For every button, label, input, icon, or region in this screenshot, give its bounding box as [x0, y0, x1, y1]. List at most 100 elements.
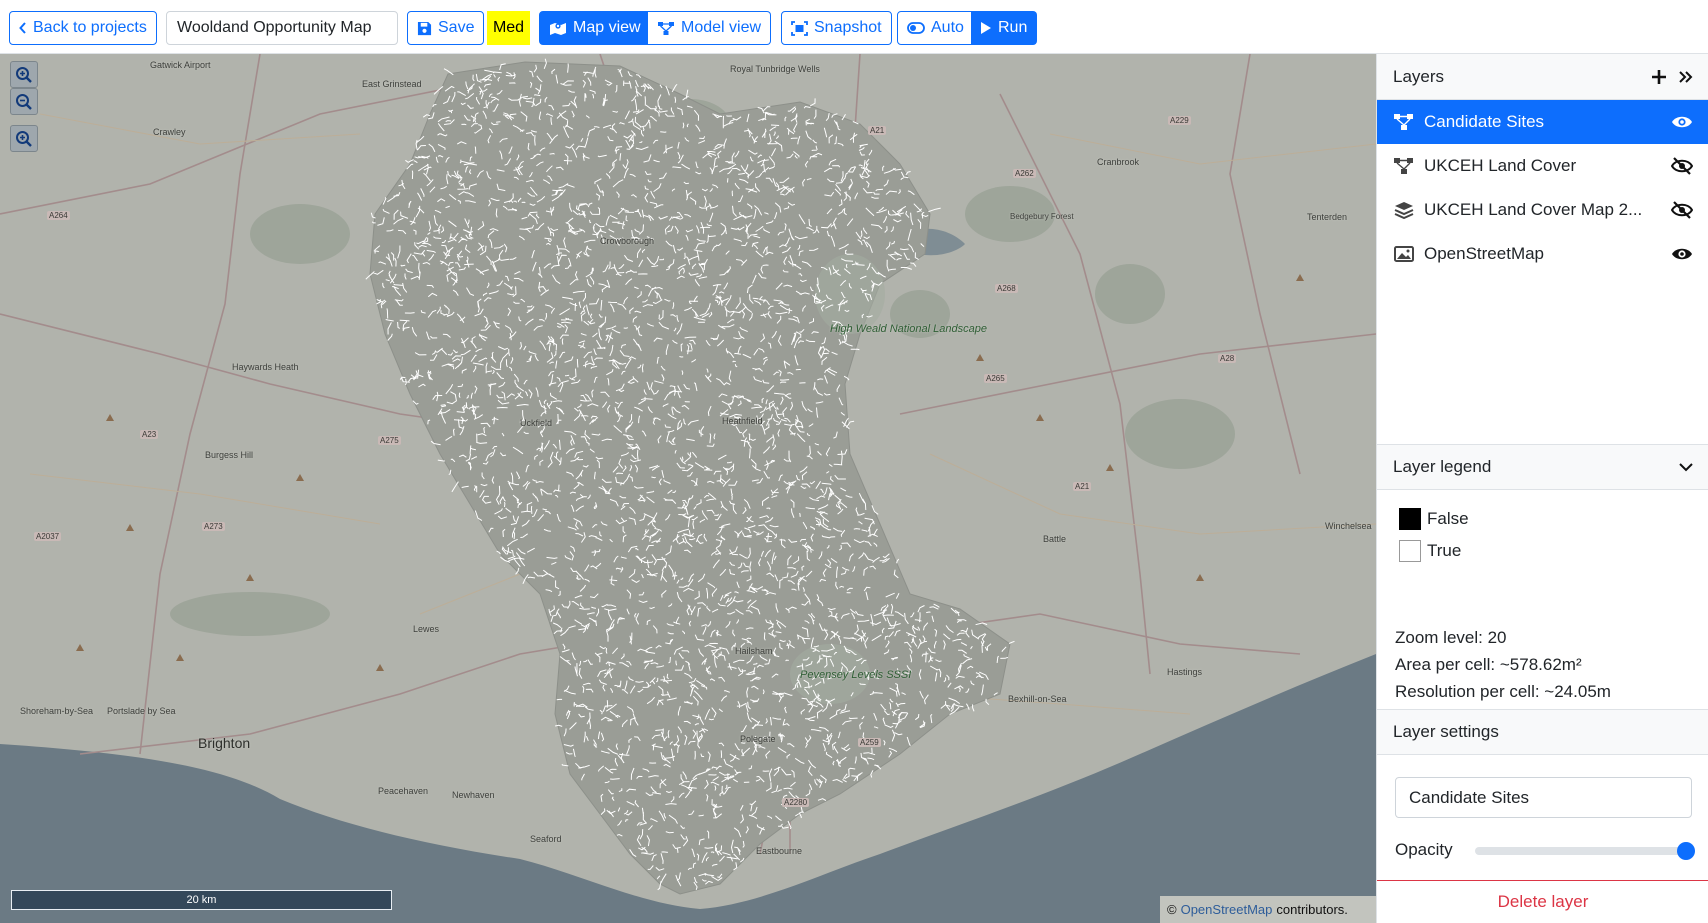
place-label-cranbrook: Cranbrook — [1097, 157, 1140, 167]
layer-item-ukceh-land-cover[interactable]: UKCEH Land Cover — [1377, 144, 1708, 188]
attribution-prefix: © — [1167, 902, 1177, 917]
model-view-button[interactable]: Model view — [648, 11, 772, 45]
openstreetmap-link[interactable]: OpenStreetMap — [1181, 902, 1273, 917]
place-label-tunbridge-wells: Royal Tunbridge Wells — [730, 64, 820, 74]
resolution-per-cell-text: Resolution per cell: ~24.05m — [1395, 682, 1611, 701]
run-button[interactable]: Run — [971, 11, 1038, 45]
place-label-polegate: Polegate — [740, 734, 776, 744]
road-label-a273: A273 — [202, 522, 225, 531]
candidate-sites-raster — [365, 58, 1015, 891]
opacity-slider[interactable] — [1475, 842, 1695, 860]
snapshot-icon — [791, 20, 808, 36]
road-label-a265: A265 — [984, 374, 1007, 383]
zoom-to-extent-button[interactable] — [10, 125, 38, 152]
legend-header[interactable]: Layer legend — [1377, 444, 1708, 490]
play-icon — [981, 22, 991, 34]
legend-label: True — [1427, 541, 1462, 560]
snapshot-button[interactable]: Snapshot — [781, 11, 892, 45]
area-per-cell-text: Area per cell: ~578.62m² — [1395, 655, 1582, 674]
road-label-a264: A264 — [47, 211, 70, 220]
zoom-in-icon — [16, 66, 32, 83]
road-label-a262: A262 — [1013, 169, 1036, 178]
layer-item-candidate-sites[interactable]: Candidate Sites — [1377, 100, 1708, 144]
eye-icon[interactable] — [1671, 114, 1693, 130]
collapse-panel-icon[interactable] — [1679, 70, 1693, 84]
place-label-eastbourne: Eastbourne — [756, 846, 803, 856]
settings-header: Layer settings — [1377, 709, 1708, 755]
place-label-gatwick: Gatwick Airport — [150, 60, 211, 70]
place-label-haywards-heath: Haywards Heath — [232, 362, 299, 372]
place-label-shoreham: Shoreham-by-Sea — [20, 706, 94, 716]
map-view-label: Map view — [573, 19, 641, 36]
auto-label: Auto — [931, 19, 964, 36]
legend-swatch — [1399, 540, 1421, 562]
place-label-portslade: Portslade by Sea — [107, 706, 176, 716]
place-label-heathfield: Heathfield — [722, 416, 763, 426]
floppy-disk-icon — [417, 21, 432, 35]
add-layer-icon[interactable] — [1651, 69, 1667, 85]
top-toolbar: Back to projects Save Med Map view Model… — [0, 0, 1708, 54]
road-label-a268: A268 — [995, 284, 1018, 293]
layer-item-ukceh-land-cover-map[interactable]: UKCEH Land Cover Map 2... — [1377, 188, 1708, 232]
place-label-pevensey: Pevensey Levels SSSI — [800, 669, 912, 681]
legend-item-false: False — [1399, 508, 1469, 530]
place-label-hastings: Hastings — [1167, 667, 1203, 677]
layer-label: UKCEH Land Cover Map 2... — [1424, 200, 1643, 219]
place-label-battle: Battle — [1043, 534, 1067, 544]
place-label-seaford: Seaford — [530, 834, 562, 844]
layers-title: Layers — [1393, 66, 1445, 86]
auto-toggle-button[interactable]: Auto — [897, 11, 974, 45]
image-icon — [1394, 246, 1414, 262]
run-label: Run — [998, 19, 1028, 36]
road-label-a229: A229 — [1168, 116, 1191, 125]
delete-layer-button[interactable]: Delete layer — [1377, 880, 1708, 923]
layers-icon — [1394, 202, 1414, 219]
layers-header: Layers — [1377, 54, 1708, 100]
zoom-in-button[interactable] — [10, 61, 38, 88]
save-label: Save — [438, 19, 475, 36]
attribution-suffix: contributors. — [1276, 902, 1348, 917]
scale-bar: 20 km — [11, 890, 392, 910]
place-label-lewes: Lewes — [413, 624, 440, 634]
toggle-icon — [907, 22, 925, 34]
chevron-down-icon — [1679, 463, 1693, 472]
map-attribution: © OpenStreetMap contributors. — [1160, 896, 1376, 923]
eye-icon[interactable] — [1671, 246, 1693, 262]
legend-swatch — [1399, 508, 1421, 530]
place-label-crowborough: Crowborough — [600, 236, 655, 246]
place-label-hailsham: Hailsham — [735, 646, 773, 656]
road-label-a21-south: A21 — [1073, 482, 1092, 491]
map-view-button[interactable]: Map view — [539, 11, 651, 45]
legend-label: False — [1427, 509, 1469, 528]
place-label-bexhill: Bexhill-on-Sea — [1008, 694, 1067, 704]
save-button[interactable]: Save — [407, 11, 485, 45]
snapshot-label: Snapshot — [814, 19, 882, 36]
quality-badge[interactable]: Med — [487, 11, 530, 45]
zoom-out-button[interactable] — [10, 88, 38, 115]
zoom-out-icon — [16, 93, 32, 110]
opacity-slider-thumb[interactable] — [1677, 842, 1695, 860]
road-label-a259: A259 — [858, 738, 881, 747]
diagram-icon — [658, 21, 674, 35]
side-panel: Layers Candidate Sites UKCEH Land Cover … — [1376, 54, 1708, 923]
place-label-tenterden: Tenterden — [1307, 212, 1348, 222]
project-name-input[interactable] — [166, 11, 398, 45]
layer-item-openstreetmap[interactable]: OpenStreetMap — [1377, 232, 1708, 276]
place-label-brighton: Brighton — [198, 735, 251, 751]
place-label-newhaven: Newhaven — [452, 790, 495, 800]
back-to-projects-button[interactable]: Back to projects — [9, 11, 157, 45]
map-canvas[interactable]: Gatwick Airport East Grinstead Crawley R… — [0, 54, 1376, 923]
eye-slash-icon[interactable] — [1671, 157, 1693, 175]
eye-slash-icon[interactable] — [1671, 201, 1693, 219]
place-label-crawley: Crawley — [153, 127, 186, 137]
layer-label: UKCEH Land Cover — [1424, 156, 1577, 175]
road-label-a21-north: A21 — [868, 126, 887, 135]
road-label-a23: A23 — [140, 430, 159, 439]
opacity-label: Opacity — [1395, 840, 1453, 859]
settings-title: Layer settings — [1393, 722, 1499, 741]
zoom-level-text: Zoom level: 20 — [1395, 628, 1507, 647]
road-label-a275: A275 — [378, 436, 401, 445]
layer-label: Candidate Sites — [1424, 112, 1545, 131]
layer-name-input[interactable] — [1395, 777, 1692, 818]
road-label-a2037: A2037 — [34, 532, 62, 541]
